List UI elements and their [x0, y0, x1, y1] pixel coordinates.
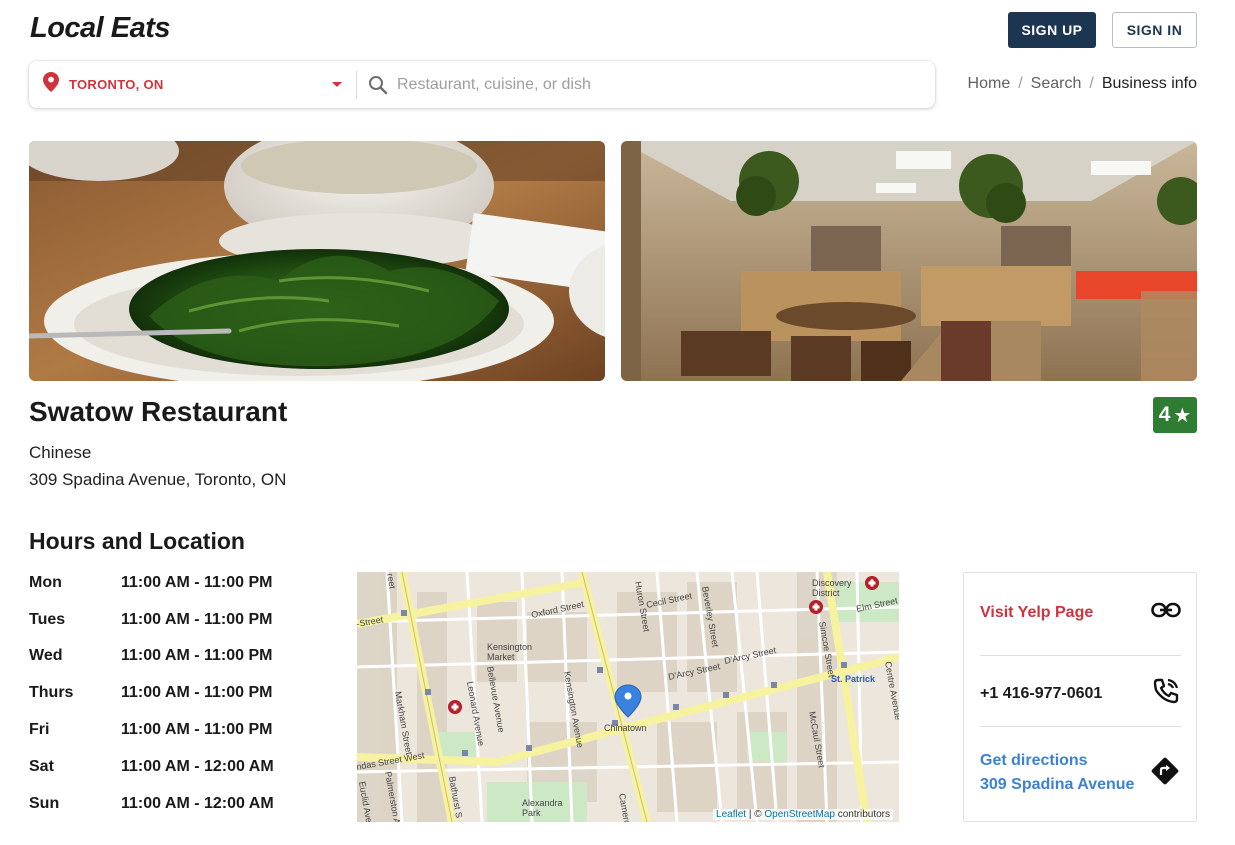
directions-row[interactable]: Get directions 309 Spadina Avenue — [980, 749, 1181, 797]
hours-time: 11:00 AM - 11:00 PM — [121, 721, 273, 738]
rating-value: 4 — [1158, 403, 1171, 426]
hours-time: 11:00 AM - 12:00 AM — [121, 758, 274, 775]
hours-time: 11:00 AM - 11:00 PM — [121, 574, 273, 591]
star-icon: ★ — [1173, 404, 1192, 427]
hours-day: Thurs — [29, 684, 74, 701]
attribution-suffix: contributors — [834, 809, 890, 820]
location-map[interactable]: Kensington Market Chinatown St. Patrick D… — [357, 572, 899, 822]
hospital-icon — [809, 600, 823, 614]
link-icon — [1151, 601, 1181, 624]
visit-yelp-link[interactable]: Visit Yelp Page — [980, 604, 1093, 622]
phone-number[interactable]: +1 416-977-0601 — [980, 685, 1102, 703]
phone-icon — [1151, 676, 1181, 711]
breadcrumb-home[interactable]: Home — [968, 75, 1011, 93]
hours-day: Mon — [29, 574, 62, 591]
interior-photo[interactable] — [621, 141, 1197, 381]
hours-day: Sun — [29, 795, 60, 812]
location-selector[interactable]: TORONTO, ON — [29, 61, 356, 108]
breadcrumb-separator: / — [1018, 75, 1023, 92]
breadcrumb-current: Business info — [1101, 75, 1197, 92]
sign-in-button[interactable]: SIGN IN — [1112, 12, 1197, 48]
business-name: Swatow Restaurant — [29, 396, 288, 427]
breadcrumb-separator: / — [1089, 75, 1094, 92]
search-divider — [356, 70, 357, 99]
search-input[interactable] — [397, 75, 917, 94]
directions-icon — [1149, 755, 1181, 792]
breadcrumb: Home / Search / Business info — [968, 75, 1197, 93]
location-value: TORONTO, ON — [69, 77, 164, 92]
leaflet-link[interactable]: Leaflet — [716, 809, 746, 820]
hospital-icon — [448, 700, 462, 714]
card-divider — [980, 655, 1181, 656]
phone-row[interactable]: +1 416-977-0601 — [980, 676, 1181, 711]
map-label-st-patrick: St. Patrick — [831, 674, 876, 684]
map-pin-icon — [43, 72, 59, 97]
card-divider — [980, 726, 1181, 727]
hours-time: 11:00 AM - 12:00 AM — [121, 795, 274, 812]
search-icon — [367, 74, 389, 96]
business-category: Chinese — [29, 443, 92, 462]
hours-day: Sat — [29, 758, 54, 775]
hours-time: 11:00 AM - 11:00 PM — [121, 611, 273, 628]
contact-card: Visit Yelp Page +1 416-977-0601 Get dire… — [963, 572, 1197, 822]
get-directions-link[interactable]: Get directions — [980, 749, 1134, 773]
map-attribution: Leaflet | © OpenStreetMap contributors — [713, 809, 893, 820]
hours-time: 11:00 AM - 11:00 PM — [121, 684, 273, 701]
map-label-chinatown: Chinatown — [604, 723, 647, 733]
search-bar: TORONTO, ON — [29, 61, 935, 108]
hours-day: Tues — [29, 611, 66, 628]
directions-text[interactable]: Get directions 309 Spadina Avenue — [980, 749, 1134, 797]
sign-up-button[interactable]: SIGN UP — [1008, 12, 1096, 48]
rating-badge: 4 ★ — [1153, 397, 1197, 433]
caret-down-icon — [332, 82, 342, 87]
osm-link[interactable]: OpenStreetMap — [764, 809, 835, 820]
attribution-separator: | © — [746, 809, 765, 820]
breadcrumb-search[interactable]: Search — [1031, 75, 1082, 93]
hospital-icon — [865, 576, 879, 590]
business-address: 309 Spadina Avenue, Toronto, ON — [29, 470, 287, 489]
directions-address[interactable]: 309 Spadina Avenue — [980, 773, 1134, 797]
hours-day: Wed — [29, 647, 63, 664]
hours-location-title: Hours and Location — [29, 528, 245, 554]
yelp-row[interactable]: Visit Yelp Page — [980, 601, 1181, 624]
hours-time: 11:00 AM - 11:00 PM — [121, 647, 273, 664]
food-photo[interactable] — [29, 141, 605, 381]
hours-day: Fri — [29, 721, 50, 738]
app-logo[interactable]: Local Eats — [30, 12, 171, 45]
